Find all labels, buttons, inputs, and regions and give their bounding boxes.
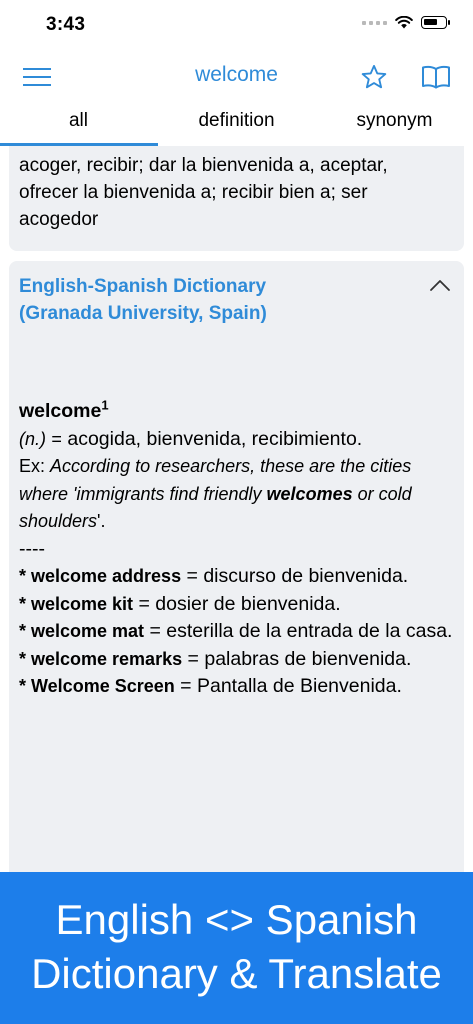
star-icon	[361, 64, 387, 89]
compound-term: * Welcome Screen	[19, 676, 175, 696]
compound-item: * welcome remarks = palabras de bienveni…	[19, 646, 454, 674]
results-scroll-area[interactable]: acoger, recibir; dar la bienvenida a, ac…	[0, 146, 473, 872]
compound-eq: =	[149, 620, 161, 642]
promo-banner: English <> Spanish Dictionary & Translat…	[0, 872, 473, 1024]
headword-line: welcome1	[19, 398, 454, 426]
compound-term: * welcome remarks	[19, 648, 183, 669]
tab-bar: all definition synonym	[0, 102, 473, 147]
compound-eq: =	[138, 592, 150, 615]
nav-bar: welcome	[0, 50, 473, 103]
banner-line-2: Dictionary & Translate	[31, 950, 442, 997]
example-prefix: Ex:	[19, 456, 46, 476]
equals-sign: =	[51, 428, 62, 449]
compound-eq: =	[187, 647, 199, 670]
compound-item: * welcome kit = dosier de bienvenida.	[19, 591, 454, 619]
source-title[interactable]: English-Spanish Dictionary (Granada Univ…	[19, 273, 339, 327]
favorite-button[interactable]	[357, 60, 391, 94]
book-icon	[422, 65, 450, 89]
result-card: acoger, recibir; dar la bienvenida a, ac…	[9, 146, 464, 251]
wifi-icon	[395, 16, 413, 29]
compound-eq: =	[180, 675, 192, 697]
example-end: '.	[97, 511, 106, 531]
status-time: 3:43	[46, 14, 86, 35]
compound-translation: discurso de bienvenida.	[203, 565, 409, 587]
headword: welcome	[19, 400, 102, 422]
compound-eq: =	[186, 565, 198, 587]
compound-item: * welcome mat = esterilla de la entrada …	[19, 618, 454, 646]
translation: acogida, bienvenida, recibimiento.	[67, 427, 363, 450]
compound-item: * welcome address = discurso de bienveni…	[19, 563, 454, 591]
compound-translation: dosier de bienvenida.	[155, 592, 341, 615]
sense-number: 1	[101, 397, 109, 413]
part-of-speech: (n.)	[19, 428, 46, 449]
compound-term: * welcome kit	[19, 593, 134, 614]
example-text-1: According to researchers, these are the …	[19, 456, 412, 504]
separator: ----	[19, 537, 45, 560]
status-bar: 3:43	[0, 0, 473, 50]
compound-translation: esterilla de la entrada de la casa.	[166, 620, 453, 642]
tab-all[interactable]: all	[0, 102, 157, 146]
compound-term: * welcome address	[19, 566, 182, 586]
example-line: Ex: According to researchers, these are …	[19, 453, 454, 536]
result-card-granada: English-Spanish Dictionary (Granada Univ…	[9, 261, 464, 872]
card-translation-text: acoger, recibir; dar la bienvenida a, ac…	[19, 155, 388, 230]
banner-line-1: English <> Spanish	[55, 896, 418, 943]
nav-title: welcome	[195, 63, 278, 86]
compound-term: * welcome mat	[19, 621, 145, 641]
compound-item: * Welcome Screen = Pantalla de Bienvenid…	[19, 673, 454, 701]
dictionary-button[interactable]	[419, 60, 453, 94]
example-highlight: welcomes	[266, 483, 353, 504]
definition-line: (n.) = acogida, bienvenida, recibimiento…	[19, 426, 454, 454]
signal-icon	[362, 20, 387, 25]
tab-definition[interactable]: definition	[158, 102, 315, 146]
chevron-up-icon[interactable]	[428, 277, 452, 293]
battery-icon	[421, 16, 450, 29]
status-icons	[362, 16, 450, 29]
compound-translation: palabras de bienvenida.	[204, 647, 412, 670]
dictionary-entry: welcome1 (n.) = acogida, bienvenida, rec…	[19, 398, 454, 701]
compound-translation: Pantalla de Bienvenida.	[196, 675, 402, 697]
tab-synonym[interactable]: synonym	[316, 102, 473, 146]
